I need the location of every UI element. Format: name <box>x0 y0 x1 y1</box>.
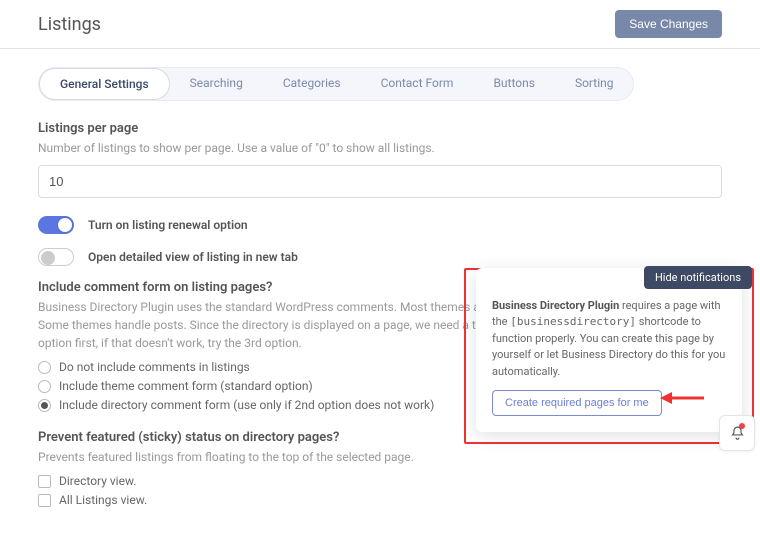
sticky-desc: Prevents featured listings from floating… <box>38 448 722 466</box>
comment-radio-1[interactable] <box>38 380 51 393</box>
tab-categories[interactable]: Categories <box>263 68 361 100</box>
comment-radio-0-label: Do not include comments in listings <box>59 360 250 374</box>
tab-general-settings[interactable]: General Settings <box>39 68 170 100</box>
tabs-container: General Settings Searching Categories Co… <box>38 67 634 101</box>
renewal-toggle[interactable] <box>38 216 74 234</box>
sticky-check-1-label: All Listings view. <box>59 493 147 507</box>
notification-bold: Business Directory Plugin <box>492 299 619 312</box>
page-title: Listings <box>38 14 101 35</box>
listings-per-page-title: Listings per page <box>38 121 722 136</box>
notification-dot-icon <box>739 423 745 429</box>
listings-per-page-input[interactable] <box>38 165 722 198</box>
newtab-toggle[interactable] <box>38 248 74 266</box>
save-changes-button[interactable]: Save Changes <box>615 10 722 38</box>
sticky-check-0-label: Directory view. <box>59 474 136 488</box>
newtab-toggle-label: Open detailed view of listing in new tab <box>88 250 298 264</box>
shortcode-text: [businessdirectory] <box>510 315 636 328</box>
notifications-bell-button[interactable] <box>719 415 755 451</box>
sticky-check-1[interactable] <box>38 494 51 507</box>
hide-notifications-button[interactable]: Hide notifications <box>644 266 752 289</box>
comment-radio-1-label: Include theme comment form (standard opt… <box>59 379 313 393</box>
notification-highlight-box: Hide notifications ✕ Business Directory … <box>464 268 754 444</box>
tab-buttons[interactable]: Buttons <box>473 68 555 100</box>
comment-radio-2-label: Include directory comment form (use only… <box>59 398 434 412</box>
tab-sorting[interactable]: Sorting <box>555 68 634 100</box>
comment-radio-0[interactable] <box>38 361 51 374</box>
comment-radio-2[interactable] <box>38 399 51 412</box>
sticky-check-0[interactable] <box>38 475 51 488</box>
listings-per-page-desc: Number of listings to show per page. Use… <box>38 139 722 157</box>
tab-contact-form[interactable]: Contact Form <box>361 68 474 100</box>
renewal-toggle-label: Turn on listing renewal option <box>88 218 248 232</box>
notification-text: Business Directory Plugin requires a pag… <box>492 298 726 381</box>
tab-searching[interactable]: Searching <box>170 68 263 100</box>
arrow-annotation-icon <box>660 388 704 408</box>
create-required-pages-button[interactable]: Create required pages for me <box>492 390 662 416</box>
